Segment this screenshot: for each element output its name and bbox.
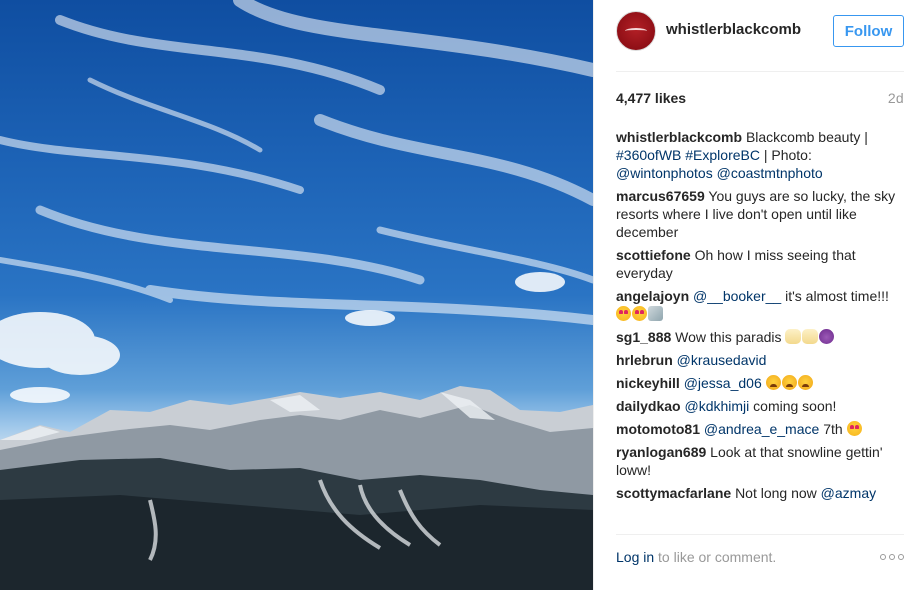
comment-user[interactable]: dailydkao bbox=[616, 398, 681, 414]
mention-link[interactable]: @wintonphotos bbox=[616, 165, 713, 181]
list-item: marcus67659 You guys are so lucky, the s… bbox=[616, 187, 906, 241]
comment-user[interactable]: scottymacfarlane bbox=[616, 485, 731, 501]
post-photo[interactable] bbox=[0, 0, 593, 590]
post-time[interactable]: 2d bbox=[888, 90, 904, 106]
footer-divider bbox=[616, 534, 904, 535]
comment-text: Not long now bbox=[735, 485, 817, 501]
header-divider bbox=[616, 71, 904, 72]
list-item: scottiefone Oh how I miss seeing that ev… bbox=[616, 246, 906, 282]
post-side-panel: whistlerblackcomb Follow 4,477 likes 2d … bbox=[593, 0, 921, 590]
mention-link[interactable]: @__booker__ bbox=[693, 288, 781, 304]
comment-user[interactable]: scottiefone bbox=[616, 247, 691, 263]
mention-link[interactable]: @azmay bbox=[821, 485, 876, 501]
comment-user[interactable]: angelajoyn bbox=[616, 288, 689, 304]
login-link[interactable]: Log in bbox=[616, 549, 654, 565]
mention-link[interactable]: @kdkhimji bbox=[684, 398, 749, 414]
instagram-post: whistlerblackcomb Follow 4,477 likes 2d … bbox=[0, 0, 921, 590]
comment-user[interactable]: sg1_888 bbox=[616, 329, 671, 345]
comments-list: whistlerblackcomb Blackcomb beauty | #36… bbox=[616, 128, 906, 507]
heart-eyes-icon bbox=[616, 306, 631, 321]
comment-user[interactable]: ryanlogan689 bbox=[616, 444, 706, 460]
hashtag-link[interactable]: #ExploreBC bbox=[685, 147, 760, 163]
mention-link[interactable]: @coastmtnphoto bbox=[717, 165, 823, 181]
comment-user[interactable]: marcus67659 bbox=[616, 188, 705, 204]
list-item: sg1_888 Wow this paradis bbox=[616, 328, 906, 346]
more-options-icon[interactable] bbox=[880, 551, 904, 563]
avatar[interactable] bbox=[616, 11, 656, 51]
weary-face-icon bbox=[781, 375, 797, 390]
comment-user[interactable]: nickeyhill bbox=[616, 375, 680, 391]
dot bbox=[880, 554, 886, 560]
landscape-illustration bbox=[0, 0, 593, 590]
devil-icon bbox=[819, 329, 835, 344]
caption-user[interactable]: whistlerblackcomb bbox=[616, 129, 742, 145]
logo-icon bbox=[625, 28, 647, 34]
list-item: motomoto81 @andrea_e_mace 7th bbox=[616, 420, 906, 438]
heart-eyes-icon bbox=[846, 421, 862, 436]
comment-text: 7th bbox=[823, 421, 843, 437]
login-prompt-text: to like or comment. bbox=[658, 549, 777, 565]
hashtag-link[interactable]: #360ofWB bbox=[616, 147, 681, 163]
caption: whistlerblackcomb Blackcomb beauty | #36… bbox=[616, 128, 906, 182]
list-item: nickeyhill @jessa_d06 bbox=[616, 374, 906, 392]
likes-row: 4,477 likes 2d bbox=[616, 90, 904, 110]
dot bbox=[898, 554, 904, 560]
comment-text: coming soon! bbox=[753, 398, 837, 414]
list-item: scottymacfarlane Not long now @azmay bbox=[616, 484, 906, 502]
fist-icon bbox=[785, 329, 802, 344]
likes-count[interactable]: 4,477 likes bbox=[616, 90, 686, 106]
post-header: whistlerblackcomb Follow bbox=[594, 0, 921, 71]
list-item: hrlebrun @krausedavid bbox=[616, 351, 906, 369]
follow-button[interactable]: Follow bbox=[833, 15, 904, 47]
mention-link[interactable]: @jessa_d06 bbox=[684, 375, 762, 391]
caption-text: | Photo: bbox=[763, 147, 812, 163]
heart-eyes-icon bbox=[632, 306, 647, 321]
mention-link[interactable]: @krausedavid bbox=[677, 352, 767, 368]
list-item: dailydkao @kdkhimji coming soon! bbox=[616, 397, 906, 415]
weary-face-icon bbox=[765, 375, 781, 390]
mention-link[interactable]: @andrea_e_mace bbox=[704, 421, 819, 437]
caption-text: Blackcomb beauty | bbox=[745, 129, 868, 145]
comment-user[interactable]: hrlebrun bbox=[616, 352, 673, 368]
account-username[interactable]: whistlerblackcomb bbox=[666, 21, 801, 38]
list-item: angelajoyn @__booker__ it's almost time!… bbox=[616, 287, 906, 323]
comment-user[interactable]: motomoto81 bbox=[616, 421, 700, 437]
list-item: ryanlogan689 Look at that snowline getti… bbox=[616, 443, 906, 479]
weary-face-icon bbox=[797, 375, 813, 390]
post-footer: Log in to like or comment. bbox=[616, 549, 904, 569]
fist-icon bbox=[802, 329, 819, 344]
snowboarder-icon bbox=[648, 306, 663, 321]
dot bbox=[889, 554, 895, 560]
comment-text: Wow this paradis bbox=[675, 329, 782, 345]
comment-text: it's almost time!!! bbox=[785, 288, 889, 304]
